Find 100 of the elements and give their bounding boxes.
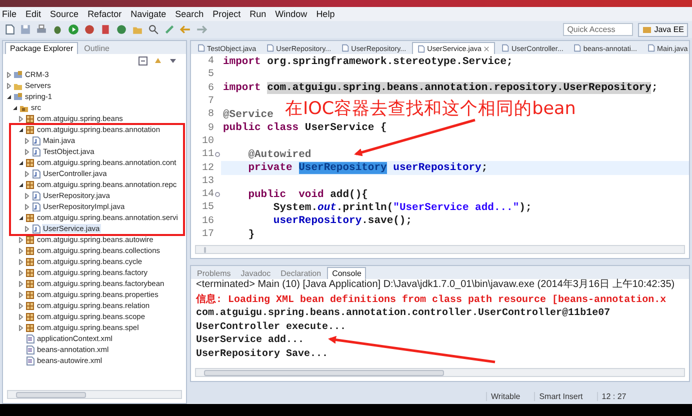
project-icon	[13, 70, 23, 80]
code-line: userRepository.save();	[272, 215, 412, 228]
line-number: 12	[202, 162, 214, 174]
console-line: com.atguigu.spring.beans.annotation.controller.UserController@11b1e07	[196, 307, 612, 321]
package-icon	[25, 158, 35, 168]
package-icon	[25, 124, 35, 134]
console-line: UserController execute...	[196, 320, 348, 334]
file-icon	[501, 43, 510, 53]
file-icon	[573, 43, 582, 53]
forward-arrow-icon[interactable]	[196, 24, 207, 35]
menu-item[interactable]: Refactor	[88, 9, 122, 19]
horizontal-scrollbar[interactable]	[195, 368, 685, 377]
package-icon	[25, 212, 35, 222]
package-icon	[25, 114, 35, 124]
console-line: UserRepository Save...	[196, 348, 330, 362]
collapsed-arrow-icon[interactable]	[18, 258, 24, 264]
code-line: public void add(){	[247, 188, 368, 201]
menu-item[interactable]: Help	[316, 9, 335, 19]
view-tab[interactable]: Problems	[193, 267, 235, 279]
code-line: System.out.println("UserService add...");	[272, 202, 532, 214]
xml-file-icon	[25, 344, 35, 354]
console-line: 信息: Loading XML bean definitions from class path resource [beans-annotation.x	[196, 294, 668, 308]
view-tab[interactable]: Javadoc	[236, 267, 275, 279]
collapsed-arrow-icon[interactable]	[18, 280, 24, 286]
menu-item[interactable]: File	[2, 9, 17, 19]
code-line: @Autowired	[247, 148, 312, 161]
menu-item[interactable]: Project	[212, 9, 241, 19]
save-icon[interactable]	[20, 24, 31, 35]
file-icon	[341, 43, 350, 53]
collapsed-arrow-icon[interactable]	[24, 192, 30, 198]
collapsed-arrow-icon[interactable]	[18, 236, 24, 242]
collapsed-arrow-icon[interactable]	[18, 324, 24, 330]
line-number: 15	[202, 202, 214, 214]
collapsed-arrow-icon[interactable]	[24, 170, 30, 176]
console-process-label: <terminated> Main (10) [Java Application] D:\Java\jdk1.7.0_01\bin\javaw.exe (2014年3月16日 上午10:42:35)	[195, 279, 676, 291]
view-tab[interactable]: Declaration	[276, 267, 326, 279]
code-line: import com.atguigu.spring.beans.annotation.repository.UserRepository;	[223, 82, 658, 94]
package-icon	[25, 268, 35, 278]
line-number: 16	[202, 216, 214, 227]
collapsed-arrow-icon[interactable]	[24, 204, 30, 210]
collapsed-arrow-icon[interactable]	[18, 292, 24, 298]
horizontal-scrollbar[interactable]	[7, 390, 182, 399]
code-line: @Service	[223, 108, 274, 121]
package-icon	[25, 290, 35, 300]
menu-item[interactable]: Window	[275, 9, 308, 19]
collapsed-arrow-icon[interactable]	[6, 72, 12, 78]
view-tab[interactable]: Console	[327, 267, 366, 279]
status-field: Smart Insert	[534, 392, 597, 400]
menu-item[interactable]: Source	[50, 9, 79, 19]
perspective-button[interactable]: Java EE	[638, 22, 688, 36]
run-icon[interactable]	[68, 24, 79, 35]
link-icon	[153, 56, 163, 66]
menu-item[interactable]: Search	[175, 9, 204, 19]
search-icon[interactable]	[148, 24, 159, 35]
collapsed-arrow-icon[interactable]	[18, 270, 24, 276]
package-icon	[25, 234, 35, 244]
menu-item[interactable]: Navigate	[130, 9, 166, 19]
fold-icon[interactable]	[215, 192, 220, 198]
collapsed-arrow-icon[interactable]	[18, 314, 24, 320]
collapsed-arrow-icon[interactable]	[18, 116, 24, 122]
file-icon	[266, 43, 274, 53]
file-icon	[197, 43, 205, 53]
back-arrow-icon[interactable]	[180, 24, 191, 35]
java-file-icon	[31, 168, 41, 178]
status-field: Writable	[486, 392, 534, 400]
menu-item[interactable]: Run	[250, 9, 266, 19]
collapsed-arrow-icon[interactable]	[24, 138, 30, 144]
line-number: 9	[208, 122, 214, 134]
view-tab[interactable]: Outline	[80, 42, 114, 54]
expanded-arrow-icon[interactable]	[12, 104, 18, 110]
java-file-icon	[31, 136, 41, 146]
code-line: private UserRepository userRepository;	[247, 162, 488, 174]
expanded-arrow-icon[interactable]	[18, 160, 24, 166]
print-icon[interactable]	[36, 24, 47, 35]
new-icon[interactable]	[4, 24, 15, 35]
expanded-arrow-icon[interactable]	[6, 94, 12, 100]
horizontal-scrollbar[interactable]	[195, 245, 685, 254]
menu-item[interactable]: Edit	[26, 9, 42, 19]
line-number: 11	[202, 149, 214, 160]
collapsed-arrow-icon[interactable]	[6, 82, 12, 88]
expanded-arrow-icon[interactable]	[18, 214, 24, 220]
code-line: public class UserService {	[223, 122, 387, 134]
expanded-arrow-icon[interactable]	[18, 126, 24, 132]
expanded-arrow-icon[interactable]	[18, 182, 24, 188]
package-icon	[25, 180, 35, 190]
code-line: import org.springframework.stereotype.Service;	[223, 56, 513, 68]
collapsed-arrow-icon[interactable]	[18, 302, 24, 308]
line-number: 4	[208, 56, 214, 68]
fold-icon[interactable]	[215, 152, 220, 158]
collapsed-arrow-icon[interactable]	[24, 148, 30, 154]
quick-access-field[interactable]: Quick Access	[563, 23, 634, 36]
view-tab[interactable]: Package Explorer	[5, 42, 78, 54]
line-number: 13	[202, 176, 214, 187]
status-field: 12 : 27	[596, 392, 640, 400]
collapsed-arrow-icon[interactable]	[24, 226, 30, 232]
java-file-icon	[31, 146, 41, 156]
collapsed-arrow-icon[interactable]	[18, 248, 24, 254]
line-number: 10	[202, 136, 214, 147]
line-number: 8	[208, 109, 214, 120]
java-file-icon	[31, 190, 41, 200]
